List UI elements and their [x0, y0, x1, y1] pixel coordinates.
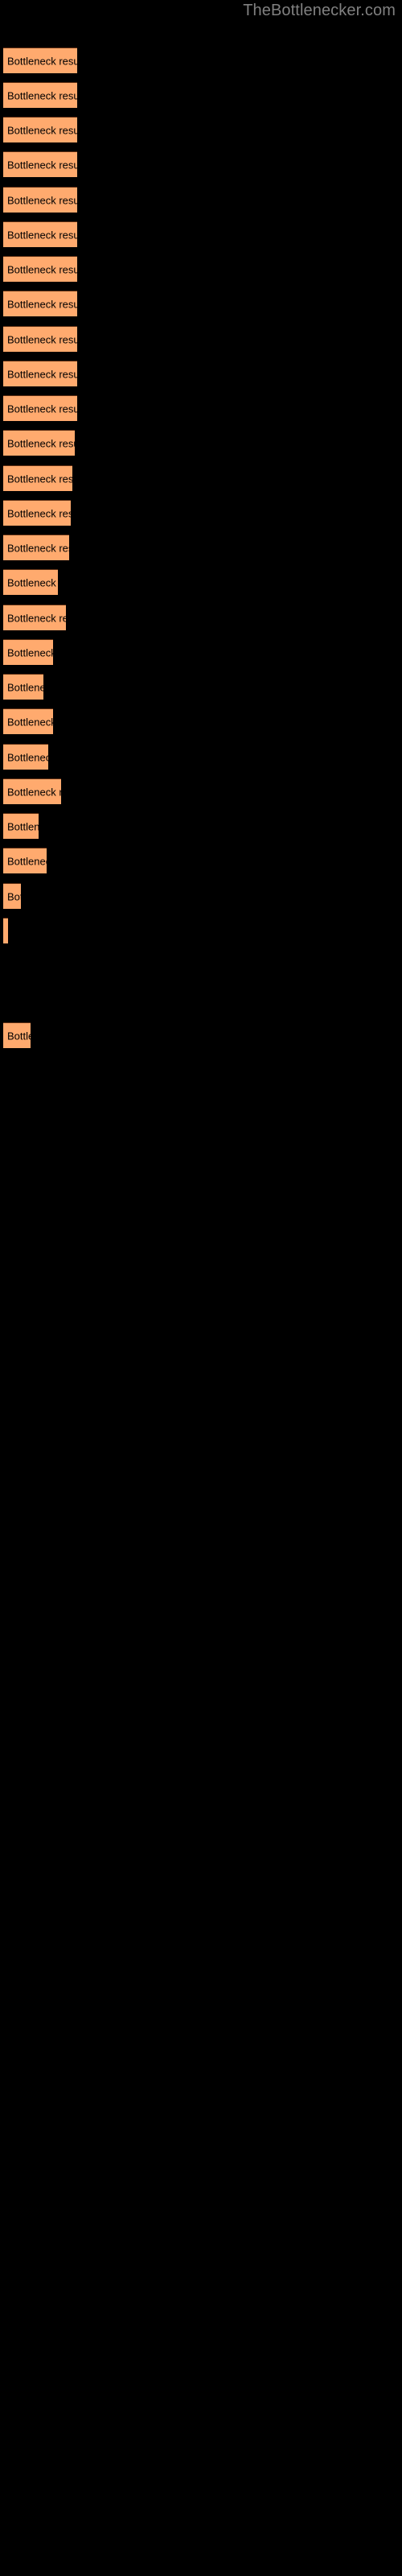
bar-row: Bottleneck result [0, 395, 402, 421]
bottleneck-result-bar[interactable]: Bottleneck result [3, 117, 77, 142]
bar-row: Bottleneck result [0, 778, 402, 804]
bar-row: Bottleneck result [0, 465, 402, 491]
bottleneck-result-bar[interactable]: Bottleneck result [3, 535, 69, 560]
bar-row: Bottleneck result [0, 291, 402, 316]
bottleneck-result-bar[interactable]: Bottleneck result [3, 395, 77, 421]
bar-row: Bottleneck result [0, 848, 402, 873]
bar-label: Bottleneck result [7, 820, 39, 832]
bar-label: Bottleneck result [7, 55, 77, 67]
bar-label: Bottleneck result [7, 542, 69, 554]
bottleneck-result-bar[interactable]: Bottleneck result [3, 256, 77, 282]
bottleneck-result-bar[interactable]: Bottleneck result [3, 778, 61, 804]
bar-label: Bottleneck result [7, 333, 77, 345]
bar-row: Bottleneck result [0, 813, 402, 839]
bar-row: Bottleneck result [0, 187, 402, 213]
bottleneck-result-bar[interactable]: Bottleneck result [3, 221, 77, 247]
bottleneck-result-bar[interactable]: Bottleneck result [3, 883, 21, 909]
bar-label: Bottleneck result [7, 890, 21, 902]
bar-label: Bottleneck result [7, 473, 72, 485]
bar-label: Bottleneck result [7, 507, 71, 519]
bar-label: Bottleneck result [7, 437, 75, 449]
bottleneck-bar-chart: Bottleneck result Bottleneck result Bottle… [0, 0, 402, 2576]
bar-row: Bottleneck result [0, 883, 402, 909]
bottleneck-result-bar[interactable]: Bottleneck result [3, 744, 48, 770]
bar-label: Bottleneck result [7, 368, 77, 380]
bar-label: Bottleneck result [7, 786, 61, 798]
bar-row: Bottleneck result [0, 918, 402, 943]
bottleneck-result-bar[interactable]: Bottleneck result [3, 500, 71, 526]
bar-label: Bottleneck result [7, 612, 66, 624]
bar-label: Bottleneck result [7, 1030, 31, 1042]
bottleneck-result-bar[interactable]: Bottleneck result [3, 813, 39, 839]
bar-row: Bottleneck result [0, 569, 402, 595]
bottleneck-result-bar[interactable]: Bottleneck result [3, 187, 77, 213]
bar-label: Bottleneck result [7, 89, 77, 101]
bottleneck-result-bar[interactable]: Bottleneck result [3, 326, 77, 352]
bar-row: Bottleneck result [0, 361, 402, 386]
bottleneck-result-bar[interactable]: Bottleneck result [3, 82, 77, 108]
bar-label: Bottleneck result [7, 681, 43, 693]
bottleneck-result-bar[interactable]: Bottleneck result [3, 430, 75, 456]
bar-row: Bottleneck result [0, 82, 402, 108]
bar-label: Bottleneck result [7, 298, 77, 310]
bottleneck-result-bar[interactable]: Bottleneck result [3, 918, 8, 943]
bottleneck-result-bar[interactable]: Bottleneck result [3, 151, 77, 177]
bar-row: Bottleneck result [0, 639, 402, 665]
bottleneck-result-bar[interactable]: Bottleneck result [3, 674, 43, 700]
bar-row: Bottleneck result [0, 1022, 402, 1048]
bar-label: Bottleneck result [7, 194, 77, 206]
bar-label: Bottleneck result [7, 576, 58, 588]
bottleneck-result-bar[interactable]: Bottleneck result [3, 848, 47, 873]
bar-label: Bottleneck result [7, 855, 47, 867]
bar-label: Bottleneck result [7, 159, 77, 171]
bar-row: Bottleneck result [0, 708, 402, 734]
bar-label: Bottleneck result [7, 124, 77, 136]
bar-label: Bottleneck result [7, 646, 53, 658]
bar-row: Bottleneck result [0, 326, 402, 352]
bottleneck-result-bar[interactable]: Bottleneck result [3, 1022, 31, 1048]
bottleneck-result-bar[interactable]: Bottleneck result [3, 465, 72, 491]
bottleneck-result-bar[interactable]: Bottleneck result [3, 639, 53, 665]
bar-label: Bottleneck result [7, 751, 48, 763]
bar-row: Bottleneck result [0, 535, 402, 560]
bottleneck-result-bar[interactable]: Bottleneck result [3, 47, 77, 73]
bottleneck-result-bar[interactable]: Bottleneck result [3, 605, 66, 630]
bar-row: Bottleneck result [0, 674, 402, 700]
bar-label: Bottleneck result [7, 925, 8, 937]
bar-row: Bottleneck result [0, 151, 402, 177]
bar-row: Bottleneck result [0, 256, 402, 282]
bar-label: Bottleneck result [7, 716, 53, 728]
bar-row: Bottleneck result [0, 221, 402, 247]
bottleneck-result-bar[interactable]: Bottleneck result [3, 708, 53, 734]
bar-row: Bottleneck result [0, 117, 402, 142]
bar-label: Bottleneck result [7, 229, 77, 241]
bar-row: Bottleneck result [0, 500, 402, 526]
bar-row: Bottleneck result [0, 605, 402, 630]
bar-row: Bottleneck result [0, 430, 402, 456]
bottleneck-result-bar[interactable]: Bottleneck result [3, 291, 77, 316]
bottleneck-result-bar[interactable]: Bottleneck result [3, 569, 58, 595]
bottleneck-result-bar[interactable]: Bottleneck result [3, 361, 77, 386]
bar-label: Bottleneck result [7, 402, 77, 415]
bar-row: Bottleneck result [0, 47, 402, 73]
bar-label: Bottleneck result [7, 263, 77, 275]
bar-row: Bottleneck result [0, 744, 402, 770]
